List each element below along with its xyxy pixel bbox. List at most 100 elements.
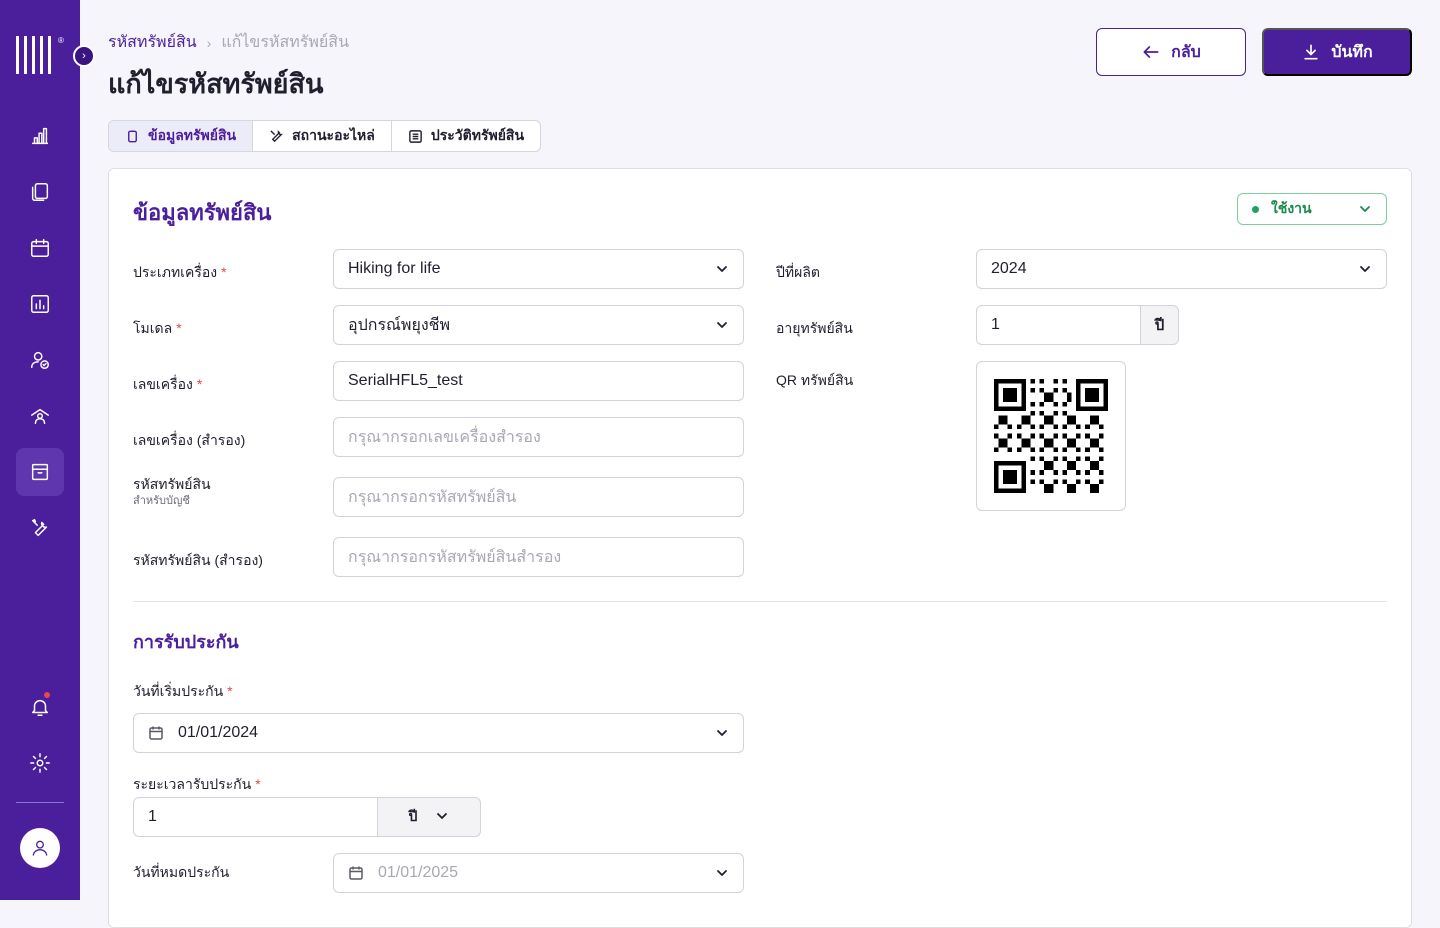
tools-icon [31, 519, 48, 537]
download-icon [1304, 44, 1318, 60]
nav-settings[interactable] [16, 739, 64, 787]
model-select[interactable]: อุปกรณ์พยุงชีพ [333, 305, 744, 345]
chevron-down-icon [435, 809, 449, 826]
qr-code-image [994, 379, 1108, 493]
nav-documents[interactable] [16, 168, 64, 216]
warranty-start-datepicker[interactable]: 01/01/2024 [133, 713, 744, 753]
machine-type-label: ประเภทเครื่อง * [133, 264, 227, 280]
back-button[interactable]: กลับ [1096, 28, 1246, 76]
organization-icon [31, 408, 49, 425]
chevron-down-icon [715, 726, 729, 740]
nav-maintenance[interactable] [16, 504, 64, 552]
tab-label: ข้อมูลทรัพย์สิน [148, 127, 237, 143]
nav-calendar[interactable] [16, 224, 64, 272]
tab-parts-status[interactable]: สถานะอะไหล่ [253, 121, 392, 151]
asset-info-title: ข้อมูลทรัพย์สิน [133, 200, 272, 225]
warranty-duration-label: ระยะเวลารับประกัน * [133, 776, 261, 792]
arrow-left-icon [1143, 46, 1159, 58]
asset-code-placeholder: กรุณากรอกรหัสทรัพย์สิน [348, 488, 517, 506]
tab-label: สถานะอะไหล่ [292, 127, 375, 143]
user-avatar[interactable] [20, 828, 60, 868]
asset-code-backup-label: รหัสทรัพย์สิน (สำรอง) [133, 552, 263, 568]
asset-age-label: อายุทรัพย์สิน [776, 320, 853, 336]
manufacture-year-value: 2024 [991, 260, 1027, 277]
serial-backup-label: เลขเครื่อง (สำรอง) [133, 432, 246, 448]
calendar-icon [148, 725, 164, 741]
chevron-down-icon [715, 866, 729, 880]
sidebar-collapse-button[interactable]: › [73, 45, 95, 67]
breadcrumb-current: แก้ไขรหัสทรัพย์สิน [221, 34, 349, 51]
brand-logo[interactable]: ® [16, 36, 64, 76]
tools-icon [270, 129, 283, 142]
status-dot [1252, 205, 1259, 213]
documents-icon [31, 183, 49, 201]
notification-dot [44, 692, 50, 698]
warranty-duration-input[interactable]: 1 [133, 797, 378, 837]
asset-form-card: ข้อมูลทรัพย์สิน ใช้งาน ประเภทเครื่อง * Hi… [108, 168, 1412, 928]
clipboard-icon [128, 130, 137, 142]
save-button-label: บันทึก [1331, 43, 1373, 61]
warranty-start-value: 01/01/2024 [178, 724, 259, 741]
chevron-down-icon [715, 318, 729, 332]
serial-value: SerialHFL5_test [348, 372, 463, 389]
warranty-end-value: 01/01/2025 [378, 864, 459, 881]
manufacture-year-label: ปีที่ผลิต [776, 264, 820, 280]
tab-bar: ข้อมูลทรัพย์สิน สถานะอะไหล่ ประวัติทรัพย… [108, 120, 542, 152]
qr-code[interactable] [976, 361, 1126, 511]
serial-backup-input[interactable]: กรุณากรอกเลขเครื่องสำรอง [333, 417, 744, 457]
warranty-title: การรับประกัน [133, 632, 239, 652]
warranty-end-label: วันที่หมดประกัน [133, 864, 230, 880]
section-divider [133, 601, 1387, 602]
tab-asset-history[interactable]: ประวัติทรัพย์สิน [392, 121, 540, 151]
asset-age-unit: ปี [1140, 305, 1179, 345]
breadcrumb-parent[interactable]: รหัสทรัพย์สิน [108, 30, 197, 55]
tab-asset-info[interactable]: ข้อมูลทรัพย์สิน [109, 121, 254, 151]
nav-dashboard[interactable] [16, 112, 64, 160]
asset-code-backup-placeholder: กรุณากรอกรหัสทรัพย์สินสำรอง [348, 548, 562, 566]
asset-box-icon [31, 463, 49, 481]
registered-mark: ® [58, 36, 64, 45]
calendar-icon [348, 865, 364, 881]
chevron-down-icon [1358, 262, 1372, 276]
nav-reports[interactable] [16, 280, 64, 328]
warranty-start-label: วันที่เริ่มประกัน * [133, 683, 233, 699]
serial-label: เลขเครื่อง * [133, 376, 203, 392]
warranty-duration-unit: ปี [408, 808, 418, 824]
manufacture-year-select[interactable]: 2024 [976, 249, 1387, 289]
asset-age-value: 1 [991, 316, 1000, 333]
report-icon [31, 295, 49, 313]
user-icon [32, 840, 48, 856]
nav-users[interactable] [16, 336, 64, 384]
chevron-down-icon [715, 262, 729, 276]
asset-code-backup-input[interactable]: กรุณากรอกรหัสทรัพย์สินสำรอง [333, 537, 744, 577]
status-select[interactable]: ใช้งาน [1237, 193, 1387, 225]
save-button[interactable]: บันทึก [1262, 28, 1412, 76]
sidebar: ® [0, 0, 80, 900]
asset-code-input[interactable]: กรุณากรอกรหัสทรัพย์สิน [333, 477, 744, 517]
nav-notifications[interactable] [16, 683, 64, 731]
breadcrumb: รหัสทรัพย์สิน › แก้ไขรหัสทรัพย์สิน [108, 30, 349, 55]
user-check-icon [31, 351, 49, 369]
settings-icon [30, 753, 50, 773]
status-label: ใช้งาน [1271, 200, 1312, 216]
sidebar-divider [16, 802, 64, 803]
bell-icon [31, 699, 49, 716]
asset-age-input[interactable]: 1 [976, 305, 1141, 345]
nav-organization[interactable] [16, 392, 64, 440]
warranty-duration-unit-select[interactable]: ปี [377, 797, 481, 837]
nav-assets[interactable] [16, 448, 64, 496]
tab-label: ประวัติทรัพย์สิน [430, 127, 525, 143]
serial-backup-placeholder: กรุณากรอกเลขเครื่องสำรอง [348, 428, 541, 446]
back-button-label: กลับ [1171, 43, 1201, 61]
page-title: แก้ไขรหัสทรัพย์สิน [108, 69, 324, 99]
asset-code-sublabel: สำหรับบัญชี [133, 495, 190, 507]
calendar-icon [31, 239, 49, 257]
serial-input[interactable]: SerialHFL5_test [333, 361, 744, 401]
model-label: โมเดล * [133, 320, 182, 336]
machine-type-select[interactable]: Hiking for life [333, 249, 744, 289]
list-icon [409, 129, 422, 143]
machine-type-value: Hiking for life [348, 260, 441, 277]
model-value: อุปกรณ์พยุงชีพ [348, 316, 451, 334]
warranty-duration-value: 1 [148, 808, 157, 825]
warranty-end-datepicker: 01/01/2025 [333, 853, 744, 893]
